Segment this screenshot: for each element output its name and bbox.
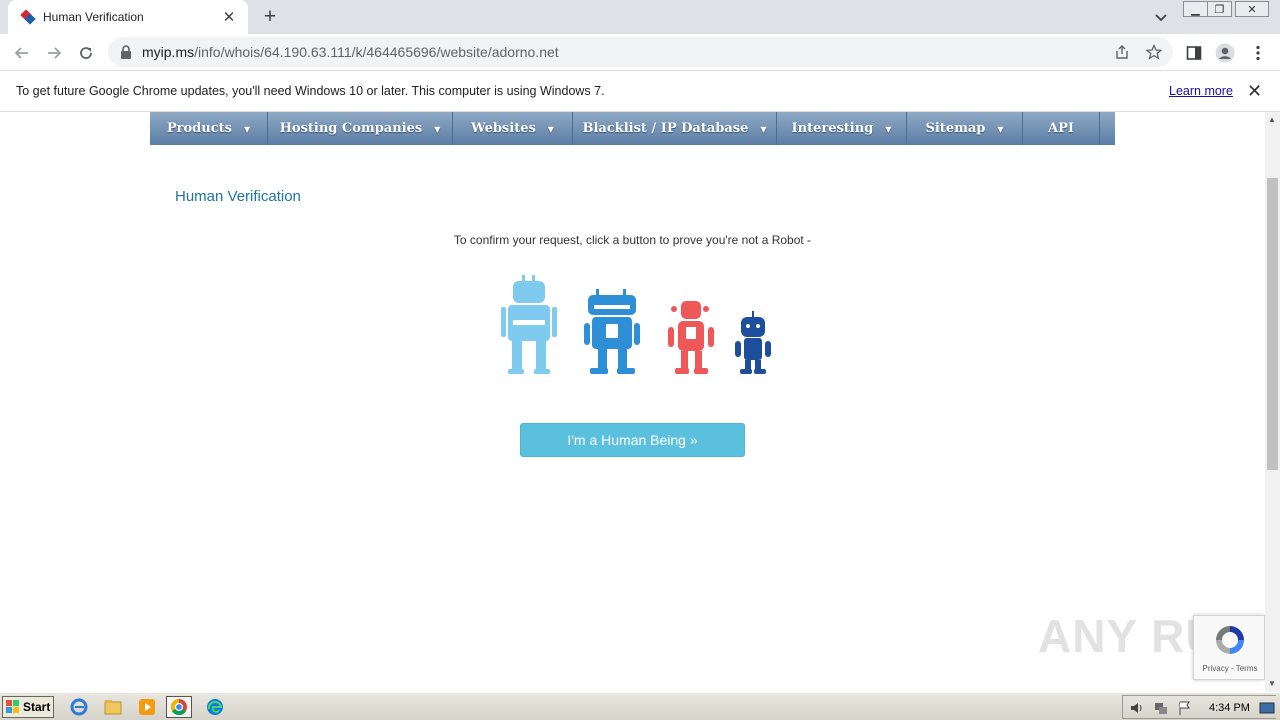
start-button[interactable]: Start — [2, 696, 54, 718]
minimize-button[interactable]: ▁ — [1183, 1, 1208, 17]
page-title: Human Verification — [175, 188, 301, 205]
folder-icon — [104, 700, 122, 715]
page-viewport: Products ▼ Hosting Companies ▼ Websites ▼ B… — [0, 112, 1265, 692]
address-bar[interactable]: myip.ms/info/whois/64.190.63.111/k/46446… — [108, 37, 1173, 67]
reload-button[interactable] — [75, 42, 97, 64]
nav-blacklist[interactable]: Blacklist / IP Database ▼ — [573, 112, 777, 145]
page-subtitle: To confirm your request, click a button … — [453, 233, 812, 247]
nav-label: Sitemap — [925, 121, 986, 136]
internet-explorer-icon — [70, 698, 88, 716]
action-center-flag-icon[interactable] — [1177, 700, 1193, 716]
url-path: /info/whois/64.190.63.111/k/464465696/we… — [194, 44, 559, 60]
scroll-thumb[interactable] — [1267, 178, 1278, 470]
learn-more-link[interactable]: Learn more — [1169, 84, 1233, 98]
new-tab-button[interactable]: + — [259, 6, 281, 28]
nav-label: API — [1048, 121, 1074, 136]
url-text: myip.ms/info/whois/64.190.63.111/k/46446… — [142, 44, 559, 60]
browser-toolbar: myip.ms/info/whois/64.190.63.111/k/46446… — [0, 34, 1280, 71]
window-close-group: ✕ — [1235, 1, 1269, 19]
robots-illustration — [501, 275, 771, 374]
taskbar-edge[interactable] — [202, 696, 228, 718]
back-button[interactable] — [11, 42, 33, 64]
taskbar-ie[interactable] — [66, 696, 92, 718]
update-infobar: To get future Google Chrome updates, you… — [0, 72, 1280, 112]
window-controls: ▁ ❐ — [1183, 1, 1232, 19]
tab-title: Human Verification — [43, 10, 144, 24]
network-icon[interactable] — [1153, 700, 1169, 716]
taskbar-chrome[interactable] — [166, 696, 192, 718]
forward-arrow-icon — [48, 47, 62, 59]
recaptcha-badge[interactable]: Privacy - Terms — [1193, 615, 1265, 680]
browser-tab[interactable]: Human Verification ✕ — [8, 0, 248, 34]
start-label: Start — [23, 700, 51, 714]
taskbar-clock[interactable]: 4:34 PM — [1209, 702, 1250, 714]
infobar-message: To get future Google Chrome updates, you… — [16, 84, 605, 98]
profile-avatar-icon[interactable] — [1215, 43, 1235, 63]
restore-button[interactable]: ❐ — [1207, 1, 1232, 17]
infobar-close-icon[interactable]: ✕ — [1247, 81, 1262, 102]
tab-strip: Human Verification ✕ + ▁ ❐ ✕ — [0, 0, 1280, 34]
media-player-icon — [139, 699, 155, 715]
share-icon[interactable] — [1114, 44, 1130, 60]
back-arrow-icon — [14, 47, 28, 59]
site-navbar: Products ▼ Hosting Companies ▼ Websites ▼ B… — [150, 112, 1115, 145]
tab-search-chevron-icon[interactable] — [1152, 8, 1170, 26]
nav-sitemap[interactable]: Sitemap ▼ — [907, 112, 1023, 145]
show-desktop-icon[interactable] — [1259, 700, 1275, 716]
recaptcha-terms[interactable]: Privacy - Terms — [1194, 664, 1265, 673]
nav-label: Hosting Companies — [279, 121, 423, 136]
url-host: myip.ms — [142, 44, 195, 60]
tab-close-icon[interactable]: ✕ — [220, 8, 238, 26]
scroll-down-icon[interactable]: ▼ — [1268, 679, 1276, 688]
nav-label: Websites — [471, 121, 536, 136]
human-verification-button[interactable]: I'm a Human Being » — [520, 423, 745, 457]
windows-taskbar: Start 4:34 PM — [0, 692, 1280, 720]
page-scrollbar[interactable]: ▲ ▼ — [1265, 112, 1280, 692]
volume-icon[interactable] — [1129, 700, 1145, 716]
system-tray: 4:34 PM — [1122, 695, 1276, 719]
robot-navy-icon — [735, 311, 771, 374]
chrome-icon — [170, 698, 187, 716]
forward-button[interactable] — [43, 42, 65, 64]
window-close-button[interactable]: ✕ — [1235, 1, 1269, 17]
reload-icon — [80, 47, 92, 59]
nav-api[interactable]: API — [1023, 112, 1100, 145]
nav-websites[interactable]: Websites ▼ — [453, 112, 573, 145]
recaptcha-logo-icon — [1216, 626, 1244, 654]
site-favicon-icon — [20, 9, 36, 25]
caret-down-icon: ▼ — [547, 123, 554, 134]
caret-down-icon: ▼ — [243, 123, 251, 134]
bookmark-star-icon[interactable] — [1146, 44, 1162, 60]
nav-label: Products — [166, 121, 232, 136]
nav-products[interactable]: Products ▼ — [150, 112, 268, 145]
side-panel-icon[interactable] — [1184, 43, 1204, 63]
edge-icon — [207, 699, 223, 715]
taskbar-media-player[interactable] — [134, 696, 160, 718]
windows-logo-icon — [6, 700, 19, 713]
lock-icon — [121, 45, 131, 59]
nav-hosting-companies[interactable]: Hosting Companies ▼ — [268, 112, 453, 145]
nav-label: Interesting — [791, 121, 874, 136]
caret-down-icon: ▼ — [760, 123, 767, 134]
taskbar-explorer[interactable] — [100, 696, 126, 718]
caret-down-icon: ▼ — [997, 123, 1004, 134]
scroll-up-icon[interactable]: ▲ — [1268, 115, 1276, 124]
nav-label: Blacklist / IP Database — [582, 121, 749, 136]
caret-down-icon: ▼ — [434, 123, 441, 134]
nav-interesting[interactable]: Interesting ▼ — [777, 112, 907, 145]
caret-down-icon: ▼ — [885, 123, 892, 134]
chrome-menu-icon[interactable] — [1248, 43, 1268, 63]
